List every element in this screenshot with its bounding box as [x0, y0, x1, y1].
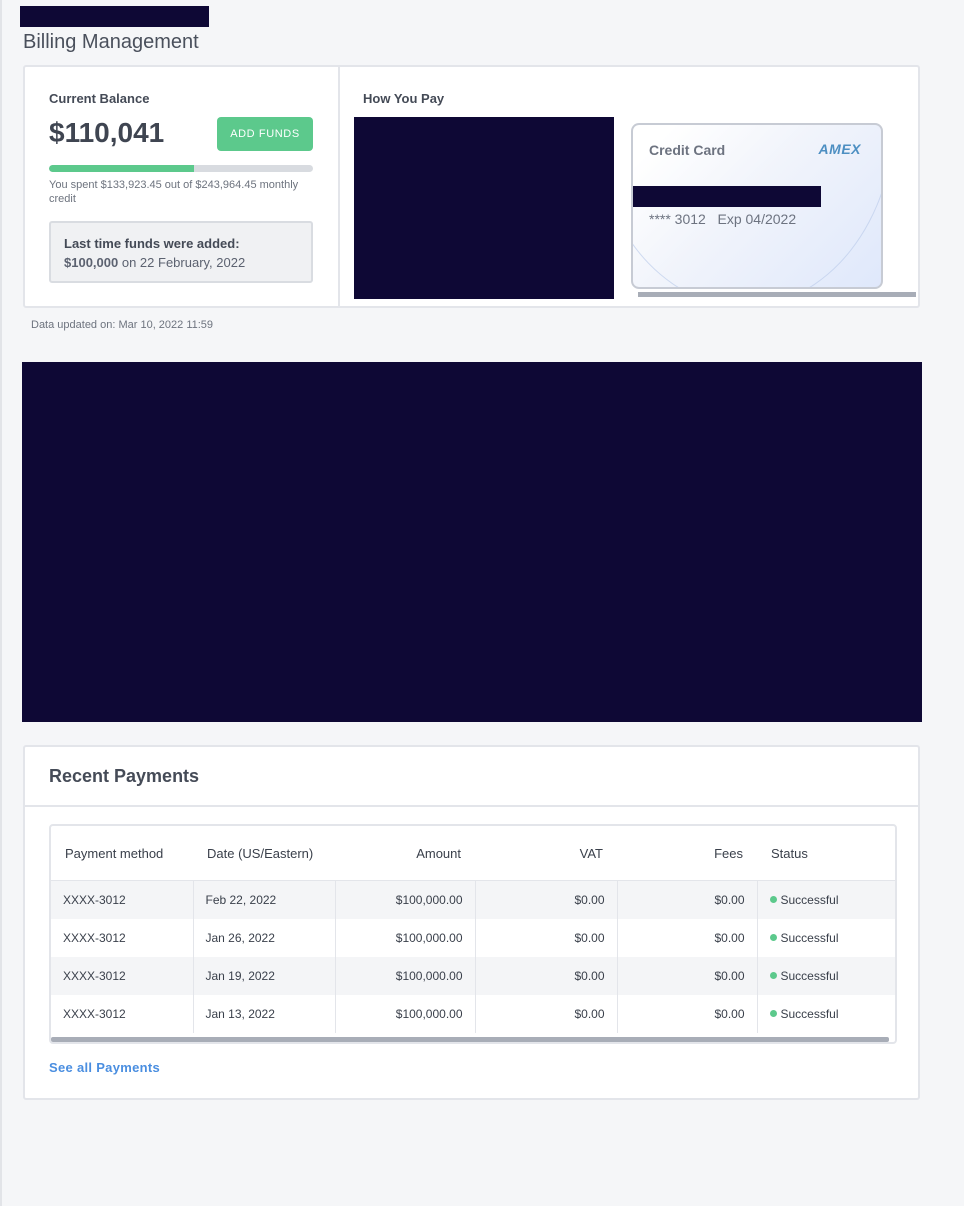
spent-summary-text: You spent $133,923.45 out of $243,964.45…	[49, 179, 299, 205]
section-divider	[338, 67, 340, 306]
credit-progress-bar	[49, 165, 313, 172]
last-funds-box: Last time funds were added: $100,000 on …	[49, 221, 313, 283]
card-number-expiry: **** 3012 Exp 04/2022	[649, 211, 797, 227]
table-row[interactable]: XXXX-3012 Jan 19, 2022 $100,000.00 $0.00…	[51, 957, 895, 995]
status-text: Successful	[780, 931, 839, 945]
last-funds-title: Last time funds were added:	[64, 236, 240, 251]
date-cell: Jan 13, 2022	[193, 995, 336, 1033]
table-horizontal-scrollbar[interactable]	[51, 1037, 889, 1042]
payment-method-cell: XXXX-3012	[51, 919, 194, 957]
fees-cell: $0.00	[617, 995, 758, 1033]
status-text: Successful	[780, 893, 839, 907]
payments-table: Payment method Date (US/Eastern) Amount …	[51, 826, 895, 1033]
amount-cell: $100,000.00	[335, 919, 476, 957]
status-cell: Successful	[757, 957, 895, 995]
date-cell: Jan 19, 2022	[193, 957, 336, 995]
credit-card-visual[interactable]: Credit Card AMEX **** 3012 Exp 04/2022	[631, 123, 883, 289]
redacted-block-header	[20, 6, 209, 27]
payment-method-cell: XXXX-3012	[51, 880, 194, 919]
vat-cell: $0.00	[475, 919, 618, 957]
amount-cell: $100,000.00	[335, 957, 476, 995]
vat-cell: $0.00	[475, 880, 618, 919]
recent-payments-card: Recent Payments Payment method Date (US/…	[23, 745, 920, 1100]
see-all-payments-link[interactable]: See all Payments	[49, 1060, 160, 1075]
payment-method-cell: XXXX-3012	[51, 995, 194, 1033]
status-text: Successful	[780, 1007, 839, 1021]
how-you-pay-label: How You Pay	[363, 91, 445, 106]
redacted-block-payment	[354, 117, 614, 299]
amex-logo-icon: AMEX	[818, 141, 861, 157]
fees-cell: $0.00	[617, 919, 758, 957]
vat-cell: $0.00	[475, 957, 618, 995]
card-type-label: Credit Card	[649, 142, 726, 158]
column-header-payment-method[interactable]: Payment method	[51, 826, 193, 881]
date-cell: Jan 26, 2022	[193, 919, 336, 957]
data-updated-text: Data updated on: Mar 10, 2022 11:59	[31, 319, 214, 331]
column-header-vat[interactable]: VAT	[475, 826, 617, 881]
credit-progress-fill	[49, 165, 194, 172]
status-cell: Successful	[757, 995, 895, 1033]
column-header-amount[interactable]: Amount	[335, 826, 475, 881]
table-row[interactable]: XXXX-3012 Jan 26, 2022 $100,000.00 $0.00…	[51, 919, 895, 957]
recent-payments-title: Recent Payments	[49, 766, 200, 786]
column-header-status[interactable]: Status	[757, 826, 895, 881]
last-funds-amount: $100,000	[64, 255, 119, 270]
column-header-fees[interactable]: Fees	[617, 826, 757, 881]
status-text: Successful	[780, 969, 839, 983]
status-success-icon	[769, 1010, 777, 1017]
amount-cell: $100,000.00	[335, 880, 476, 919]
amount-cell: $100,000.00	[335, 995, 476, 1033]
balance-amount: $110,041	[49, 117, 165, 148]
status-success-icon	[769, 972, 777, 979]
fees-cell: $0.00	[617, 957, 758, 995]
redacted-block-chart	[22, 362, 922, 722]
payment-method-cell: XXXX-3012	[51, 957, 194, 995]
column-header-date[interactable]: Date (US/Eastern)	[193, 826, 335, 881]
payments-table-container: Payment method Date (US/Eastern) Amount …	[49, 824, 897, 1044]
billing-summary-card: Current Balance $110,041 ADD FUNDS You s…	[23, 65, 920, 308]
last-funds-date: on 22 February, 2022	[121, 255, 246, 270]
status-success-icon	[769, 896, 777, 903]
status-success-icon	[769, 934, 777, 941]
redacted-card-holder	[633, 186, 821, 207]
current-balance-label: Current Balance	[49, 91, 150, 106]
fees-cell: $0.00	[617, 880, 758, 919]
date-cell: Feb 22, 2022	[193, 880, 336, 919]
add-funds-button[interactable]: ADD FUNDS	[217, 117, 313, 151]
vat-cell: $0.00	[475, 995, 618, 1033]
status-cell: Successful	[757, 919, 895, 957]
cards-scrollbar[interactable]	[638, 292, 916, 297]
page-title: Billing Management	[23, 31, 199, 53]
section-divider	[25, 805, 918, 807]
table-row[interactable]: XXXX-3012 Jan 13, 2022 $100,000.00 $0.00…	[51, 995, 895, 1033]
table-header-row: Payment method Date (US/Eastern) Amount …	[51, 826, 895, 881]
status-cell: Successful	[757, 881, 895, 920]
table-row[interactable]: XXXX-3012 Feb 22, 2022 $100,000.00 $0.00…	[51, 880, 895, 920]
page-left-border	[0, 0, 2, 1206]
